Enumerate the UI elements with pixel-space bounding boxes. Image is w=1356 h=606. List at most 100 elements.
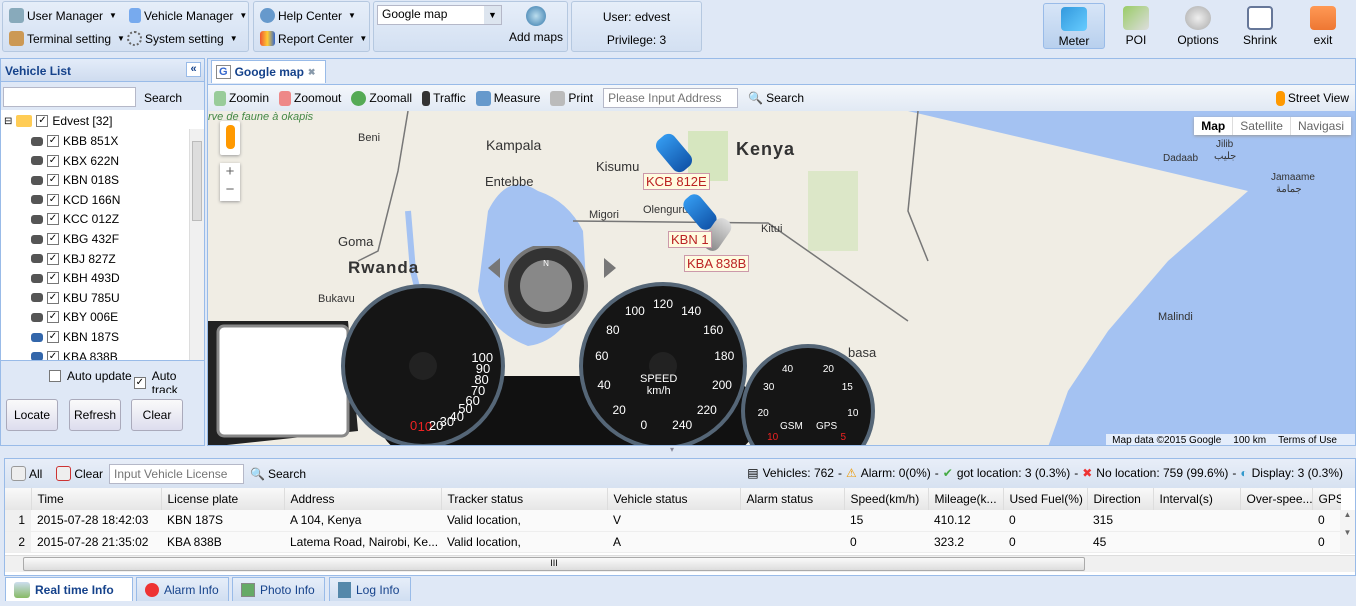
vehicle-list-item[interactable]: ✓ KBU 785U bbox=[31, 288, 120, 308]
checkbox[interactable]: ✓ bbox=[47, 213, 59, 226]
zoomall-button[interactable]: Zoomall bbox=[351, 90, 412, 106]
checkbox[interactable]: ✓ bbox=[47, 252, 59, 265]
column-header[interactable]: Vehicle status bbox=[607, 488, 741, 510]
map-type-navigasi[interactable]: Navigasi bbox=[1291, 117, 1351, 135]
auto-update-checkbox[interactable] bbox=[49, 370, 61, 382]
zoomin-button[interactable]: Zoomin bbox=[214, 90, 269, 106]
shrink-button[interactable]: Shrink bbox=[1229, 3, 1291, 49]
checkbox[interactable]: ✓ bbox=[47, 291, 59, 304]
column-header[interactable]: Time bbox=[31, 488, 162, 510]
scrollbar-thumb[interactable]: III bbox=[23, 557, 1085, 571]
tab-log-info[interactable]: Log Info bbox=[329, 577, 411, 601]
checkbox[interactable]: ✓ bbox=[47, 311, 59, 324]
plate-label[interactable]: KCB 812E bbox=[643, 173, 710, 190]
column-header[interactable]: License plate bbox=[161, 488, 285, 510]
map-canvas[interactable]: rve de faune à okapis Beni Kampala Enteb… bbox=[208, 111, 1355, 446]
address-search-button[interactable]: 🔍 Search bbox=[748, 91, 804, 105]
column-header[interactable]: Mileage(k... bbox=[928, 488, 1004, 510]
checkbox[interactable]: ✓ bbox=[47, 350, 59, 360]
clear-selection-button[interactable]: Clear bbox=[56, 466, 103, 481]
vehicle-list-item[interactable]: ✓ KBN 187S bbox=[31, 327, 119, 347]
checkbox[interactable]: ✓ bbox=[47, 193, 59, 206]
vehicle-list-item[interactable]: ✓ KBA 838B bbox=[31, 347, 118, 360]
vehicle-list-item[interactable]: ✓ KBB 851X bbox=[31, 131, 118, 151]
refresh-button[interactable]: Refresh bbox=[69, 399, 121, 431]
street-view-button[interactable]: Street View bbox=[1275, 90, 1349, 106]
checkbox[interactable]: ✓ bbox=[47, 135, 59, 147]
tab-realtime-info[interactable]: Real time Info bbox=[5, 577, 133, 601]
vehicle-list-item[interactable]: ✓ KBN 018S bbox=[31, 170, 119, 190]
add-maps-button[interactable]: Add maps bbox=[508, 6, 564, 44]
column-header[interactable]: Over-spee... bbox=[1240, 488, 1313, 510]
tree-scrollbar[interactable] bbox=[189, 129, 204, 360]
auto-track-checkbox[interactable]: ✓ bbox=[134, 377, 146, 389]
measure-button[interactable]: Measure bbox=[475, 90, 540, 106]
clear-button[interactable]: Clear bbox=[131, 399, 183, 431]
table-row[interactable]: 1 2015-07-28 18:42:03 KBN 187S A 104, Kenya… bbox=[5, 510, 1341, 532]
tree-root[interactable]: ⊟ ✓ Edvest [32] bbox=[4, 111, 112, 131]
meter-gauges[interactable]: N bbox=[208, 246, 878, 446]
vehicle-search-button[interactable]: Search bbox=[144, 91, 182, 105]
vehicle-list-item[interactable]: ✓ KBH 493D bbox=[31, 268, 120, 288]
splitter-handle[interactable]: ▾ bbox=[670, 445, 674, 454]
column-header[interactable]: Used Fuel(%) bbox=[1003, 488, 1088, 510]
traffic-button[interactable]: Traffic bbox=[422, 90, 466, 106]
expand-icon[interactable]: ⊟ bbox=[4, 116, 12, 127]
checkbox[interactable]: ✓ bbox=[36, 115, 49, 127]
table-row[interactable]: 2 2015-07-28 21:35:02 KBA 838B Latema Road,… bbox=[5, 531, 1341, 553]
column-header[interactable]: Alarm status bbox=[740, 488, 845, 510]
options-button[interactable]: Options bbox=[1167, 3, 1229, 49]
scrollbar-thumb[interactable] bbox=[192, 141, 202, 221]
vehicle-manager-menu[interactable]: Vehicle Manager ▼ bbox=[129, 8, 247, 23]
map-type-map[interactable]: Map bbox=[1194, 117, 1234, 135]
vehicle-search-input[interactable] bbox=[3, 87, 136, 107]
report-center-menu[interactable]: Report Center ▼ bbox=[260, 31, 367, 46]
tab-photo-info[interactable]: Photo Info bbox=[232, 577, 325, 601]
column-header[interactable]: Address bbox=[284, 488, 442, 510]
tab-google-map[interactable]: G Google map ✖ bbox=[211, 60, 326, 83]
collapse-icon[interactable]: « bbox=[186, 62, 201, 77]
checkbox[interactable]: ✓ bbox=[47, 331, 59, 343]
column-header[interactable] bbox=[5, 488, 32, 510]
map-type-satellite[interactable]: Satellite bbox=[1233, 117, 1291, 135]
vehicle-list-item[interactable]: ✓ KCD 166N bbox=[31, 190, 120, 210]
zoom-out-control[interactable]: − bbox=[220, 181, 240, 199]
column-header[interactable]: Tracker status bbox=[441, 488, 608, 510]
vehicle-list-item[interactable]: ✓ KBJ 827Z bbox=[31, 249, 116, 269]
map-type-select[interactable]: Google map ▼ bbox=[377, 5, 502, 25]
select-all-button[interactable]: All bbox=[11, 466, 42, 481]
checkbox[interactable]: ✓ bbox=[47, 233, 59, 245]
terminal-setting-menu[interactable]: Terminal setting ▼ bbox=[9, 31, 125, 46]
column-header[interactable]: Direction bbox=[1087, 488, 1154, 510]
column-header[interactable]: GPS Si bbox=[1312, 488, 1341, 510]
locate-button[interactable]: Locate bbox=[6, 399, 58, 431]
column-header[interactable]: Speed(km/h) bbox=[844, 488, 929, 510]
checkbox[interactable]: ✓ bbox=[47, 174, 59, 187]
chevron-down-icon[interactable]: ▼ bbox=[484, 6, 501, 24]
vehicle-list-item[interactable]: ✓ KBY 006E bbox=[31, 307, 118, 327]
vehicle-list-item[interactable]: ✓ KBG 432F bbox=[31, 229, 119, 249]
vehicle-license-input[interactable] bbox=[109, 463, 245, 484]
meter-button[interactable]: Meter bbox=[1043, 3, 1105, 49]
zoom-in-control[interactable]: + bbox=[220, 163, 240, 181]
checkbox[interactable]: ✓ bbox=[47, 272, 59, 285]
print-button[interactable]: Print bbox=[550, 90, 593, 106]
vehicle-list-item[interactable]: ✓ KCC 012Z bbox=[31, 209, 119, 229]
license-search-button[interactable]: 🔍 Search bbox=[250, 467, 306, 481]
terms-link[interactable]: Terms of Use bbox=[1278, 435, 1337, 445]
pegman-control[interactable] bbox=[220, 121, 240, 155]
address-input[interactable] bbox=[603, 88, 739, 108]
exit-button[interactable]: exit bbox=[1292, 3, 1354, 49]
vehicle-list-item[interactable]: ✓ KBX 622N bbox=[31, 151, 119, 171]
checkbox[interactable]: ✓ bbox=[47, 154, 59, 167]
user-manager-menu[interactable]: User Manager ▼ bbox=[9, 8, 117, 23]
grid-horizontal-scrollbar[interactable]: III bbox=[5, 555, 1355, 572]
zoomout-button[interactable]: Zoomout bbox=[279, 90, 341, 106]
system-setting-menu[interactable]: System setting ▼ bbox=[127, 31, 238, 46]
help-center-menu[interactable]: Help Center ▼ bbox=[260, 8, 356, 23]
auto-update-toggle[interactable]: Auto update bbox=[49, 369, 132, 383]
column-header[interactable]: Interval(s) bbox=[1153, 488, 1241, 510]
tab-alarm-info[interactable]: Alarm Info bbox=[136, 577, 229, 601]
close-icon[interactable]: ✖ bbox=[308, 67, 316, 78]
poi-button[interactable]: POI bbox=[1105, 3, 1167, 49]
